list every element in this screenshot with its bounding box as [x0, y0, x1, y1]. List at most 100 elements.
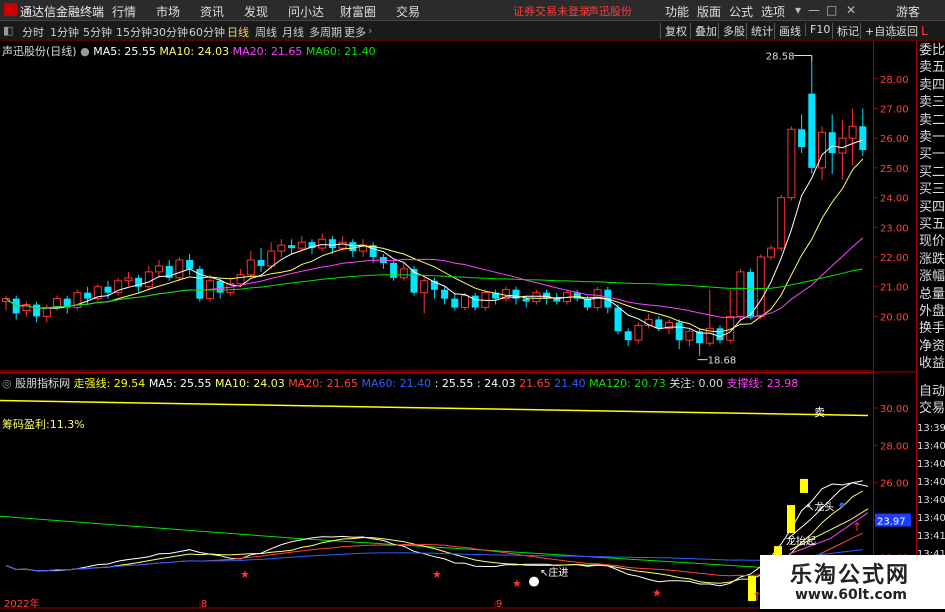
app-title: 通达信金融终端 — [20, 5, 105, 19]
menu-news[interactable]: 资讯 — [200, 3, 224, 20]
strong-line-label: 走强线: 29.54 — [73, 377, 146, 390]
candle-body-down — [614, 307, 622, 332]
candle-body-down — [104, 286, 112, 293]
signal-bar — [800, 478, 808, 493]
kline-chart[interactable]: 28.58 18.68 声迅股份(日线) ● MA5: 25.55 MA10: 2… — [0, 41, 873, 372]
tool-stats[interactable]: 统计 — [746, 23, 773, 39]
period-weekly[interactable]: 周线 — [255, 24, 277, 40]
period-1min[interactable]: 1分钟 — [50, 24, 79, 40]
candle-body-down — [390, 262, 398, 278]
notice-stock[interactable]: 声迅股份 — [588, 3, 632, 19]
axis-label: 28.00 — [880, 75, 909, 86]
candle-body-up — [155, 265, 163, 273]
candle-body-down — [675, 322, 683, 341]
quote-field-label: 买五 — [919, 217, 945, 232]
period-60min[interactable]: 60分钟 — [189, 24, 225, 40]
candle-body-down — [859, 126, 867, 151]
login-notice[interactable]: 证券交易未登录 — [513, 3, 590, 19]
menu-ask[interactable]: 问小达 — [288, 3, 324, 20]
minimize-icon[interactable]: — — [808, 3, 820, 17]
candle-body-down — [257, 259, 265, 266]
sub-v4: 21.40 — [554, 377, 586, 390]
candle-body-up — [399, 268, 408, 279]
tool-mark[interactable]: 标记 — [832, 23, 859, 39]
current-value-label: 23.97 — [877, 517, 906, 528]
candle-body-up — [318, 238, 327, 249]
date-label-aug: 8 — [201, 599, 207, 609]
signal-star-icon: ★ — [240, 568, 250, 581]
indicator-svg: ★ ★★★ ↑↑卖↖龙头龙抬起↖庄进2022年 8 9 — [0, 372, 874, 610]
tool-multistock[interactable]: 多股 — [718, 23, 745, 39]
period-15min[interactable]: 15分钟 — [116, 24, 152, 40]
tool-draw[interactable]: 画线 — [774, 23, 801, 39]
menu-bar: 通达信金融终端 行情 市场 资讯 发现 问小达 财富圈 交易 证券交易未登录 声… — [0, 0, 945, 21]
collapse-icon[interactable]: ◧ — [3, 24, 13, 37]
axis-label: 27.00 — [880, 104, 909, 115]
quote-field-label: 卖四 — [919, 77, 945, 93]
axis-label: 20.00 — [880, 312, 909, 323]
maximize-icon[interactable]: □ — [826, 3, 837, 17]
quote-side-panel: 委比 卖五 卖四 卖三 卖二 卖一 买一 买二 买三 买四 买五 现价 涨跌 涨幅 总量 外盘 换手 净资 收益 自动… — [916, 41, 945, 609]
support-line-label: 支撑线: 23.98 — [726, 377, 799, 390]
period-daily[interactable]: 日线 — [227, 24, 249, 40]
enter-label: ↖庄进 — [540, 566, 568, 579]
axis-label: 23.00 — [880, 223, 909, 234]
menu-market[interactable]: 市场 — [156, 3, 180, 20]
menu-function[interactable]: 功能 — [665, 3, 689, 20]
tool-f10[interactable]: F10 — [805, 23, 830, 36]
candle-body-down — [655, 319, 663, 329]
close-icon[interactable]: ✕ — [846, 3, 856, 17]
period-monthly[interactable]: 月线 — [282, 24, 304, 40]
indicator-toggle-icon[interactable]: ◎ — [2, 377, 12, 390]
candle-body-down — [328, 239, 336, 249]
candle-body-down — [186, 259, 194, 269]
candle-body-down — [716, 328, 724, 341]
more-arrow-icon[interactable]: › — [368, 24, 372, 37]
candle-body-up — [685, 330, 694, 341]
candle-body-up — [124, 277, 133, 282]
period-30min[interactable]: 30分钟 — [152, 24, 188, 40]
menu-dropdown-icon[interactable]: ▾ — [795, 3, 801, 17]
trade-time: 13:40 — [917, 513, 945, 524]
candle-body-up — [267, 250, 276, 267]
candle-body-down — [216, 280, 224, 293]
menu-quotes[interactable]: 行情 — [112, 3, 136, 20]
quote-field-label: 卖五 — [919, 60, 945, 76]
axis-label: 21.00 — [880, 283, 909, 294]
tool-back[interactable]: 返回 — [891, 23, 918, 39]
quote-field-label: 卖二 — [919, 112, 945, 128]
period-multi[interactable]: 多周期 — [309, 24, 342, 40]
menu-discover[interactable]: 发现 — [244, 3, 268, 20]
info-toggle-icon[interactable]: ● — [80, 45, 90, 58]
period-tick[interactable]: 分时 — [22, 24, 44, 40]
candle-body-down — [624, 331, 632, 341]
candle-body-up — [338, 241, 347, 249]
quote-field-label: 涨幅 — [919, 269, 945, 285]
menu-layout[interactable]: 版面 — [697, 3, 721, 20]
period-5min[interactable]: 5分钟 — [83, 24, 112, 40]
guest-label[interactable]: 游客 — [896, 3, 920, 20]
auto-trade-button[interactable]: 交易 — [919, 401, 945, 417]
ma5-label: MA5: 25.55 — [93, 45, 156, 58]
candle-body-up — [42, 307, 51, 317]
menu-formula[interactable]: 公式 — [729, 3, 753, 20]
candle-body-down — [288, 245, 296, 249]
tool-overlay[interactable]: 叠加 — [690, 23, 717, 39]
low-price-label: 18.68 — [708, 356, 737, 367]
menu-options[interactable]: 选项 — [761, 3, 785, 20]
trade-time: 13:40 — [917, 459, 945, 470]
menu-wealth[interactable]: 财富圈 — [340, 3, 376, 20]
candle-body-up — [767, 247, 775, 258]
auto-trade-button[interactable]: 自动 — [919, 384, 945, 400]
candle-body-down — [522, 298, 530, 302]
candle-body-up — [736, 271, 745, 317]
menu-trade[interactable]: 交易 — [396, 3, 420, 20]
period-more[interactable]: 更多 — [344, 24, 366, 40]
tool-fuquan[interactable]: 复权 — [660, 23, 687, 39]
indicator-chart[interactable]: ★ ★ ★ ★ ↑ ↑ 卖 ↖龙头 龙抬起 ↖庄进 2022年 8 9 ◎ 股朋指标网 走强线: 29.… — [0, 372, 874, 610]
ma10-label: MA10: 24.03 — [159, 45, 230, 58]
indicator-name[interactable]: 股朋指标网 — [15, 377, 70, 390]
candle-body-up — [144, 271, 153, 288]
strong-line — [0, 399, 869, 417]
chart-period: (日线) — [46, 45, 77, 58]
